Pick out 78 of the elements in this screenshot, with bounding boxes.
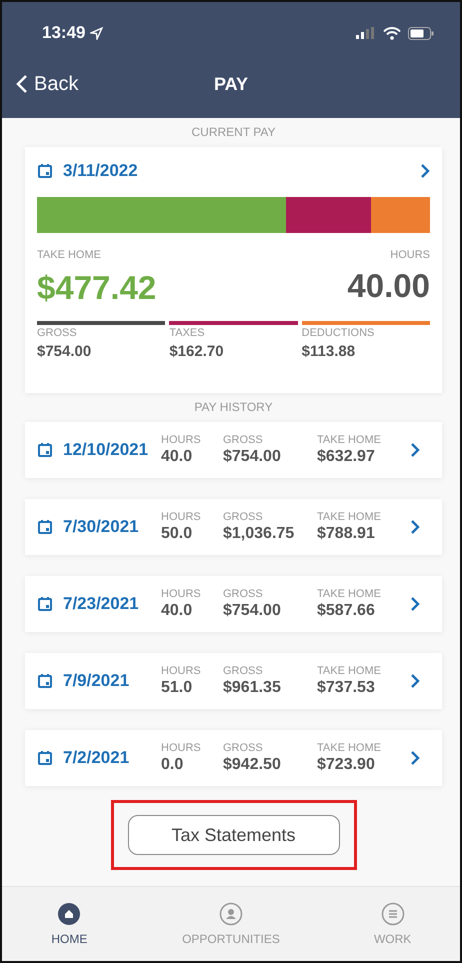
pay-date: 7/9/2021 — [63, 671, 130, 691]
gross-label: GROSS — [223, 588, 264, 600]
section-heading: PAY HISTORY — [194, 400, 273, 414]
take-home-amount: $587.66 — [317, 602, 376, 620]
hours-value: 40.0 — [161, 448, 194, 466]
breakdown-amount: $754.00 — [37, 343, 92, 360]
calendar-icon — [37, 163, 53, 179]
back-button[interactable]: Back — [16, 72, 78, 96]
section-heading: CURRENT PAY — [191, 125, 276, 139]
gross-amount: $754.00 — [223, 448, 282, 466]
calendar-icon — [37, 442, 53, 458]
hours-value: 40.0 — [161, 602, 194, 620]
gross-amount: $961.35 — [223, 679, 282, 697]
hours-value: 0.0 — [161, 756, 184, 774]
take-home-amount: $477.42 — [37, 269, 156, 307]
screen-title: PAY — [214, 74, 248, 94]
hours-value: 40.00 — [347, 267, 430, 305]
battery-icon — [408, 26, 434, 40]
take-home-label: TAKE HOME — [317, 665, 382, 677]
breakdown-amount: $162.70 — [169, 343, 225, 360]
hours-label: HOURS — [161, 742, 202, 754]
pay-date: 7/30/2021 — [63, 517, 139, 537]
gross-amount: $942.50 — [223, 756, 282, 774]
hours-label: HOURS — [161, 665, 202, 677]
chevron-right-icon[interactable] — [410, 596, 420, 612]
gross-amount: $1,036.75 — [223, 525, 296, 543]
status-time: 13:49 — [42, 23, 86, 43]
chevron-right-icon[interactable] — [410, 519, 420, 535]
take-home-amount: $737.53 — [317, 679, 376, 697]
gross-label: GROSS — [223, 511, 264, 523]
tax-statements-button[interactable]: Tax Statements — [128, 815, 340, 855]
person-icon — [218, 902, 243, 926]
calendar-icon — [37, 673, 53, 689]
chevron-right-icon[interactable] — [410, 673, 420, 689]
take-home-amount: $788.91 — [317, 525, 376, 543]
chevron-right-icon[interactable] — [410, 442, 420, 458]
hours-value: 51.0 — [161, 679, 194, 697]
pay-history-row[interactable]: 7/2/2021 HOURS 0.0 GROSS $942.50 TAKE HOME $723.90 — [25, 730, 442, 786]
calendar-icon — [37, 750, 53, 766]
take-home-label: TAKE HOME — [317, 434, 382, 446]
wifi-icon — [383, 26, 401, 40]
breakdown-label: GROSS — [37, 327, 78, 339]
take-home-label: TAKE HOME — [317, 588, 382, 600]
tab-bar-item[interactable]: HOME — [2, 887, 137, 961]
current-pay-card[interactable]: 3/11/2022 TAKE HOME $477.42 HOURS 40.00 GROSS $754.00 TAXES $162.70 DEDUCTIONS $113.88 — [25, 147, 442, 393]
take-home-label: TAKE HOME — [37, 249, 102, 261]
hours-value: 50.0 — [161, 525, 194, 543]
gross-label: GROSS — [223, 434, 264, 446]
pay-date: 3/11/2022 — [63, 161, 138, 181]
hours-label: HOURS — [161, 511, 202, 523]
hours-label: HOURS — [390, 249, 430, 261]
calendar-icon — [37, 596, 53, 612]
list-icon — [380, 902, 405, 926]
chevron-left-icon[interactable] — [16, 74, 28, 94]
pay-history-row[interactable]: 7/30/2021 HOURS 50.0 GROSS $1,036.75 TAKE HOME $788.91 — [25, 499, 442, 555]
gross-amount: $754.00 — [223, 602, 282, 620]
gross-label: GROSS — [223, 742, 264, 754]
signal-icon — [356, 27, 376, 39]
chevron-right-icon[interactable] — [410, 750, 420, 766]
pay-history-row[interactable]: 7/9/2021 HOURS 51.0 GROSS $961.35 TAKE HOME $737.53 — [25, 653, 442, 709]
take-home-label: TAKE HOME — [317, 511, 382, 523]
breakdown-label: DEDUCTIONS — [302, 327, 376, 339]
take-home-amount: $723.90 — [317, 756, 376, 774]
hours-label: HOURS — [161, 588, 202, 600]
pay-history-row[interactable]: 7/23/2021 HOURS 40.0 GROSS $754.00 TAKE HOME $587.66 — [25, 576, 442, 632]
gross-label: GROSS — [223, 665, 264, 677]
breakdown-label: TAXES — [169, 327, 206, 339]
chevron-right-icon[interactable] — [420, 163, 430, 179]
calendar-icon — [37, 519, 53, 535]
take-home-label: TAKE HOME — [317, 742, 382, 754]
location-arrow-icon — [90, 26, 104, 40]
pay-date: 7/23/2021 — [63, 594, 139, 614]
take-home-amount: $632.97 — [317, 448, 376, 466]
home-icon — [57, 902, 82, 926]
breakdown-amount: $113.88 — [302, 343, 356, 360]
pay-date: 7/2/2021 — [63, 748, 130, 768]
pay-date: 12/10/2021 — [63, 440, 148, 460]
hours-label: HOURS — [161, 434, 202, 446]
